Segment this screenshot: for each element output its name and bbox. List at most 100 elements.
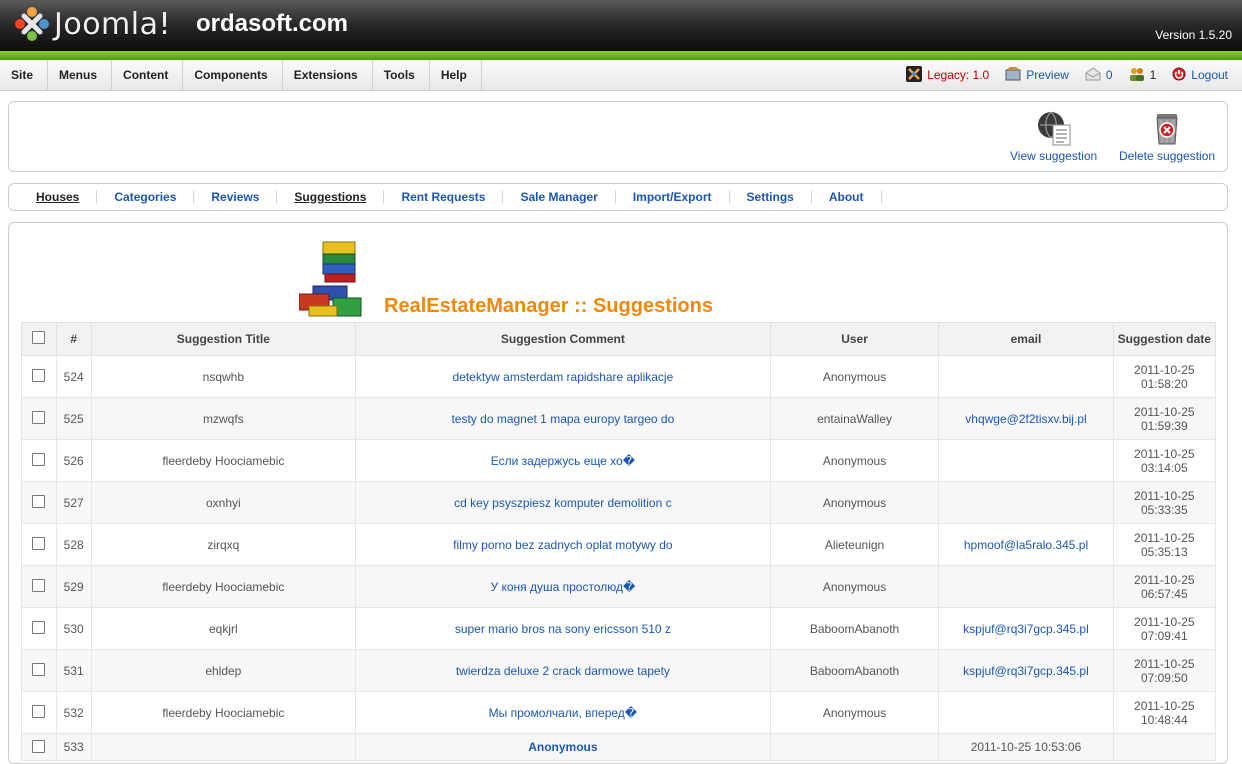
tab-rent-requests[interactable]: Rent Requests bbox=[384, 190, 504, 204]
component-submenu: Houses Categories Reviews Suggestions Re… bbox=[8, 183, 1228, 211]
menu-item-site[interactable]: Site bbox=[0, 60, 49, 90]
tab-sale-manager[interactable]: Sale Manager bbox=[503, 190, 616, 204]
row-comment-link[interactable]: У коня душа простолюд� bbox=[355, 565, 771, 608]
menu-item-tools[interactable]: Tools bbox=[373, 60, 430, 90]
row-comment-link[interactable]: testy do magnet 1 mapa europy targeo do bbox=[355, 397, 771, 440]
row-comment-link[interactable]: Мы промолчали, вперед� bbox=[355, 691, 771, 734]
delete-suggestion-label: Delete suggestion bbox=[1119, 149, 1216, 163]
row-email[interactable]: vhqwge@2f2tisxv.bij.pl bbox=[938, 397, 1114, 440]
row-id: 529 bbox=[55, 565, 92, 608]
row-email[interactable] bbox=[938, 439, 1114, 482]
joomla-logo: Joomla! bbox=[14, 6, 171, 42]
column-header-comment[interactable]: Suggestion Comment bbox=[355, 322, 771, 356]
joomla-logo-icon bbox=[14, 6, 50, 42]
tab-reviews[interactable]: Reviews bbox=[194, 190, 278, 204]
row-title: eqkjrl bbox=[90, 607, 357, 650]
row-email[interactable]: kspjuf@rq3i7gcp.345.pl bbox=[938, 649, 1114, 692]
row-date-time: 07:09:41 bbox=[1140, 628, 1188, 643]
row-date: 2011-10-25 05:35:13 bbox=[1112, 523, 1217, 566]
row-checkbox[interactable] bbox=[32, 620, 46, 634]
row-email[interactable] bbox=[938, 481, 1114, 524]
row-checkbox[interactable] bbox=[32, 662, 46, 676]
row-comment-link[interactable]: Anonymous bbox=[355, 733, 771, 761]
select-all-checkbox[interactable] bbox=[32, 331, 46, 344]
row-select-cell bbox=[21, 607, 57, 650]
table-row: 530 eqkjrl super mario bros na sony eric… bbox=[21, 607, 1217, 650]
row-email[interactable]: hpmoof@la5ralo.345.pl bbox=[938, 523, 1114, 566]
column-header-email[interactable]: email bbox=[938, 322, 1114, 356]
legacy-status[interactable]: Legacy: 1.0 bbox=[906, 65, 989, 85]
messages-link[interactable]: 0 bbox=[1085, 66, 1113, 84]
row-select-cell bbox=[21, 481, 57, 524]
tab-settings[interactable]: Settings bbox=[730, 190, 812, 204]
version-label: Version 1.5.20 bbox=[1155, 28, 1232, 42]
row-checkbox[interactable] bbox=[32, 410, 46, 424]
row-comment-link[interactable]: filmy porno bez zadnych oplat motywy do bbox=[355, 523, 771, 566]
joomla-logo-text: Joomla! bbox=[54, 6, 172, 42]
tab-categories[interactable]: Categories bbox=[97, 190, 195, 204]
row-email[interactable]: kspjuf@rq3i7gcp.345.pl bbox=[938, 607, 1114, 650]
table-row: 533 Anonymous 2011-10-25 10:53:06 bbox=[21, 733, 1217, 761]
tab-about[interactable]: About bbox=[812, 190, 882, 204]
row-id: 524 bbox=[55, 355, 92, 398]
column-header-title[interactable]: Suggestion Title bbox=[90, 322, 357, 356]
row-checkbox[interactable] bbox=[32, 704, 46, 718]
row-comment-link[interactable]: super mario bros na sony ericsson 510 z bbox=[355, 607, 771, 650]
menu-item-components[interactable]: Components bbox=[183, 60, 283, 90]
menu-item-menus[interactable]: Menus bbox=[48, 60, 113, 90]
row-comment-link[interactable]: twierdza deluxe 2 crack darmowe tapety bbox=[355, 649, 771, 692]
menu-item-content[interactable]: Content bbox=[112, 60, 184, 90]
view-suggestion-label: View suggestion bbox=[1010, 149, 1098, 163]
preview-link[interactable]: Preview bbox=[1005, 66, 1069, 84]
row-email[interactable] bbox=[938, 565, 1114, 608]
row-id: 531 bbox=[55, 649, 92, 692]
menu-item-extensions[interactable]: Extensions bbox=[283, 60, 373, 90]
row-date-day: 2011-10-25 bbox=[1134, 404, 1195, 419]
row-date-day: 2011-10-25 bbox=[1134, 362, 1195, 377]
row-id: 528 bbox=[55, 523, 92, 566]
table-row: 529 fleerdeby Hoociamebic У коня душа пр… bbox=[21, 565, 1217, 608]
row-date-day: 2011-10-25 bbox=[1134, 530, 1195, 545]
logout-label: Logout bbox=[1191, 68, 1228, 82]
tab-import-export[interactable]: Import/Export bbox=[616, 190, 730, 204]
users-icon bbox=[1129, 67, 1145, 84]
column-header-user[interactable]: User bbox=[769, 322, 940, 356]
main-menubar: Site Menus Content Components Extensions… bbox=[0, 60, 1242, 91]
row-date bbox=[1112, 733, 1217, 761]
row-comment-link[interactable]: detektyw amsterdam rapidshare aplikacje bbox=[355, 355, 771, 398]
tab-suggestions[interactable]: Suggestions bbox=[277, 190, 385, 204]
row-user: Anonymous bbox=[769, 691, 940, 734]
table-header-row: # Suggestion Title Suggestion Comment Us… bbox=[21, 322, 1217, 356]
menu-item-help[interactable]: Help bbox=[430, 60, 482, 90]
row-comment-link[interactable]: Если задержусь еще хо� bbox=[355, 439, 771, 482]
row-date: 2011-10-25 03:14:05 bbox=[1112, 439, 1217, 482]
view-suggestion-button[interactable]: View suggestion bbox=[1010, 110, 1097, 163]
row-title: mzwqfs bbox=[90, 397, 357, 440]
row-email[interactable] bbox=[938, 355, 1114, 398]
delete-suggestion-button[interactable]: Delete suggestion bbox=[1119, 110, 1215, 163]
row-checkbox[interactable] bbox=[32, 368, 46, 382]
column-header-id[interactable]: # bbox=[55, 322, 92, 356]
row-date: 2011-10-25 07:09:50 bbox=[1112, 649, 1217, 692]
column-header-date[interactable]: Suggestion date bbox=[1112, 322, 1217, 356]
row-email: 2011-10-25 10:53:06 bbox=[938, 733, 1114, 761]
legacy-icon bbox=[906, 65, 923, 85]
table-row: 524 nsqwhb detektyw amsterdam rapidshare… bbox=[21, 355, 1217, 398]
row-id: 526 bbox=[55, 439, 92, 482]
tab-houses[interactable]: Houses bbox=[27, 190, 98, 204]
row-comment-link[interactable]: cd key psyszpiesz komputer demolition c bbox=[355, 481, 771, 524]
row-checkbox[interactable] bbox=[32, 578, 46, 592]
row-select-cell bbox=[21, 397, 57, 440]
row-email[interactable] bbox=[938, 691, 1114, 734]
select-all-header bbox=[21, 322, 57, 356]
row-title: fleerdeby Hoociamebic bbox=[90, 439, 357, 482]
row-date: 2011-10-25 01:58:20 bbox=[1112, 355, 1217, 398]
row-checkbox[interactable] bbox=[32, 494, 46, 508]
row-date: 2011-10-25 05:33:35 bbox=[1112, 481, 1217, 524]
row-date-day: 2011-10-25 bbox=[1134, 446, 1195, 461]
row-checkbox[interactable] bbox=[32, 452, 46, 466]
logout-link[interactable]: Logout bbox=[1172, 67, 1228, 84]
row-date-time: 01:59:39 bbox=[1140, 418, 1188, 433]
row-checkbox[interactable] bbox=[32, 740, 46, 753]
row-checkbox[interactable] bbox=[32, 536, 46, 550]
